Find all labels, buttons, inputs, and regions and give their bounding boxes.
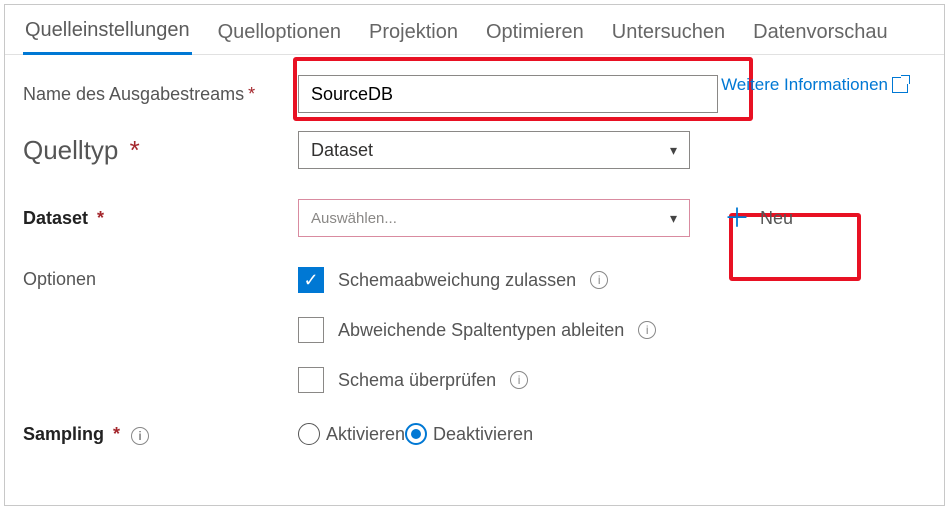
- info-icon[interactable]: i: [131, 427, 149, 445]
- label-options: Optionen: [23, 267, 298, 290]
- info-icon[interactable]: i: [510, 371, 528, 389]
- tab-untersuchen[interactable]: Untersuchen: [610, 15, 727, 54]
- option-schema-drift-label: Schemaabweichung zulassen: [338, 270, 576, 291]
- label-dataset: Dataset *: [23, 208, 298, 229]
- radio-enable[interactable]: [298, 423, 320, 445]
- tab-optimieren[interactable]: Optimieren: [484, 15, 586, 54]
- label-sampling: Sampling * i: [23, 424, 298, 445]
- more-info-link[interactable]: Weitere Informationen: [721, 75, 908, 95]
- sampling-disable-label: Deaktivieren: [433, 424, 533, 445]
- checkbox-infer-types[interactable]: [298, 317, 324, 343]
- plus-icon: ＋: [724, 205, 750, 231]
- checkbox-validate-schema[interactable]: [298, 367, 324, 393]
- external-link-icon: [892, 77, 908, 93]
- new-button[interactable]: ＋ Neu: [724, 205, 793, 231]
- sampling-enable-label: Aktivieren: [326, 424, 405, 445]
- tab-bar: Quelleinstellungen Quelloptionen Projekt…: [5, 5, 944, 55]
- checkbox-schema-drift[interactable]: ✓: [298, 267, 324, 293]
- chevron-down-icon: ▾: [670, 210, 677, 227]
- info-icon[interactable]: i: [638, 321, 656, 339]
- info-icon[interactable]: i: [590, 271, 608, 289]
- output-stream-input[interactable]: [298, 75, 718, 113]
- option-infer-types-label: Abweichende Spaltentypen ableiten: [338, 320, 624, 341]
- tab-quelloptionen[interactable]: Quelloptionen: [216, 15, 343, 54]
- dataset-select[interactable]: Auswählen... ▾: [298, 199, 690, 237]
- radio-disable[interactable]: [405, 423, 427, 445]
- label-source-type: Quelltyp *: [23, 135, 298, 166]
- chevron-down-icon: ▾: [670, 142, 677, 159]
- label-output-stream: Name des Ausgabestreams*: [23, 84, 298, 105]
- source-type-select[interactable]: Dataset ▾: [298, 131, 690, 169]
- check-icon: ✓: [303, 270, 318, 291]
- tab-quelleinstellungen[interactable]: Quelleinstellungen: [23, 13, 192, 55]
- tab-datenvorschau[interactable]: Datenvorschau: [751, 15, 890, 54]
- option-validate-schema-label: Schema überprüfen: [338, 370, 496, 391]
- tab-projektion[interactable]: Projektion: [367, 15, 460, 54]
